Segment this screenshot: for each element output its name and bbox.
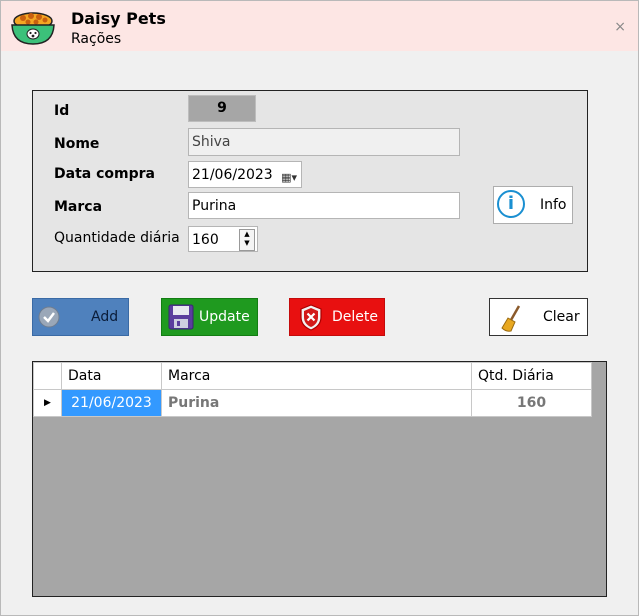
info-icon: i [497,190,525,218]
racoes-grid[interactable]: Data Marca Qtd. Diária ▶ 21/06/2023 Puri… [32,361,607,597]
update-button[interactable]: Update [161,298,258,336]
id-label: Id [54,103,70,119]
column-header-qtd[interactable]: Qtd. Diária [471,362,592,390]
close-button[interactable]: × [614,19,626,35]
table-row[interactable]: ▶ 21/06/2023 Purina 160 [33,389,592,417]
cell-data[interactable]: 21/06/2023 [61,389,162,417]
grid-header-row: Data Marca Qtd. Diária [33,362,592,390]
quantidade-stepper[interactable]: 160 ▲ ▼ [188,226,258,252]
id-field: 9 [188,95,256,122]
nome-label: Nome [54,136,100,152]
check-icon [38,306,60,328]
column-header-data[interactable]: Data [61,362,162,390]
pet-bowl-icon [11,12,55,45]
app-subtitle: Rações [71,31,122,47]
data-compra-label: Data compra [54,166,155,182]
row-selector-arrow-icon[interactable]: ▶ [33,389,62,417]
spin-arrows-icon[interactable]: ▲ ▼ [239,229,255,251]
nome-field[interactable]: Shiva [188,128,460,156]
data-compra-value: 21/06/2023 [192,167,273,183]
marca-label: Marca [54,199,103,215]
shield-x-icon [300,304,322,331]
save-icon [168,304,194,330]
info-button-label: Info [540,197,567,213]
add-button-label: Add [91,309,119,325]
marca-input[interactable]: Purina [188,192,460,219]
cell-qtd[interactable]: 160 [471,389,592,417]
add-button[interactable]: Add [32,298,129,336]
quantidade-value: 160 [192,232,219,248]
clear-button-label: Clear [543,309,580,325]
app-title: Daisy Pets [71,9,166,28]
broom-icon [501,305,521,332]
calendar-dropdown-icon[interactable]: ▦▾ [281,165,297,191]
form-panel: Id 9 Nome Shiva Data compra 21/06/2023 ▦… [32,90,588,272]
cell-marca[interactable]: Purina [161,389,472,417]
data-compra-picker[interactable]: 21/06/2023 ▦▾ [188,161,302,188]
update-button-label: Update [199,309,250,325]
row-header-corner [33,362,62,390]
info-button[interactable]: i Info [493,186,573,224]
delete-button-label: Delete [332,309,378,325]
clear-button[interactable]: Clear [489,298,588,336]
quantidade-label: Quantidade diária [54,230,180,246]
title-bar: Daisy Pets Rações × [1,1,638,51]
delete-button[interactable]: Delete [289,298,385,336]
app-window: Daisy Pets Rações × Id 9 Nome Shiva Data… [0,0,639,616]
column-header-marca[interactable]: Marca [161,362,472,390]
